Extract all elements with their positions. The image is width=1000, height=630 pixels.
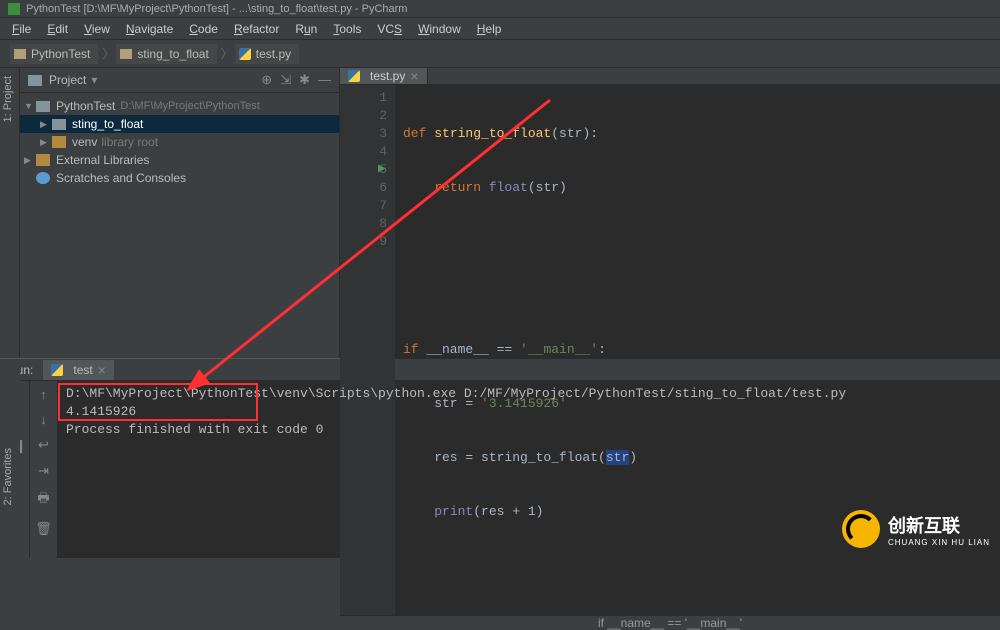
editor-tabs: test.py × (340, 68, 1000, 85)
breadcrumb-label: test.py (256, 47, 291, 61)
folder-icon (52, 119, 66, 130)
breadcrumb-file[interactable]: test.py (235, 44, 299, 64)
window-title: PythonTest [D:\MF\MyProject\PythonTest] … (26, 3, 407, 15)
close-icon[interactable]: × (410, 68, 418, 84)
tree-scratches[interactable]: Scratches and Consoles (20, 169, 339, 187)
menu-code[interactable]: Code (181, 19, 226, 39)
breadcrumb-label: PythonTest (31, 47, 90, 61)
trash-icon[interactable]: 🗑 (35, 521, 52, 537)
project-panel: Project ▾ ⊕ ⇲ ✱ — ▼PythonTestD:\MF\MyPro… (20, 68, 340, 358)
chevron-right-icon: 〉 (221, 45, 233, 62)
folder-icon (36, 101, 50, 112)
python-icon (51, 364, 63, 376)
dropdown-icon[interactable]: ▾ (91, 73, 97, 87)
library-icon (52, 136, 66, 148)
left-tool-strip: 1: Project (0, 68, 20, 358)
python-icon (239, 48, 251, 60)
project-tree: ▼PythonTestD:\MF\MyProject\PythonTest ▶s… (20, 93, 339, 191)
project-icon (28, 75, 42, 86)
left-tool-strip-lower: 2: Favorites (0, 360, 20, 540)
editor-breadcrumb: if __name__ == '__main__' (340, 615, 1000, 630)
breadcrumb-folder[interactable]: sting_to_float (116, 44, 216, 64)
watermark-subtext: CHUANG XIN HU LIAN (888, 538, 990, 547)
main-area: 1: Project Project ▾ ⊕ ⇲ ✱ — ▼PythonTest… (0, 68, 1000, 358)
scroll-icon[interactable]: ⇥ (38, 463, 49, 479)
console-line-exit: Process finished with exit code 0 (66, 421, 992, 439)
project-tool-tab[interactable]: 1: Project (0, 68, 16, 130)
breadcrumb-label: sting_to_float (137, 47, 208, 61)
editor-tab-test[interactable]: test.py × (340, 68, 428, 84)
editor-area: test.py × 1 2 3 4 5▶ 6 7 8 9 def string_… (340, 68, 1000, 358)
library-icon (36, 154, 50, 166)
folder-icon (120, 49, 132, 59)
menu-file[interactable]: File (4, 19, 39, 39)
wrap-icon[interactable]: ↩ (38, 437, 49, 453)
watermark: 创新互联 CHUANG XIN HU LIAN (842, 510, 990, 548)
folder-icon (14, 49, 26, 59)
print-icon[interactable]: 🖶 (37, 489, 49, 511)
watermark-logo (842, 510, 880, 548)
menu-help[interactable]: Help (469, 19, 510, 39)
collapse-icon[interactable]: ⇲ (280, 72, 291, 88)
app-icon (8, 3, 20, 15)
down-icon[interactable]: ↓ (40, 412, 47, 427)
close-icon[interactable]: × (98, 362, 106, 378)
menu-view[interactable]: View (76, 19, 118, 39)
run-gutter-icon[interactable]: ▶ (378, 161, 386, 179)
project-header: Project ▾ ⊕ ⇲ ✱ — (20, 68, 339, 93)
target-icon[interactable]: ⊕ (261, 72, 272, 88)
console-line: D:\MF\MyProject\PythonTest\venv\Scripts\… (66, 385, 992, 403)
menu-vcs[interactable]: VCS (369, 19, 410, 39)
run-header: Run: test × (0, 359, 1000, 381)
breadcrumb-root[interactable]: PythonTest (10, 44, 98, 64)
menu-run[interactable]: Run (287, 19, 325, 39)
menu-tools[interactable]: Tools (325, 19, 369, 39)
tree-ext-libs[interactable]: ▶External Libraries (20, 151, 339, 169)
favorites-tool-tab[interactable]: 2: Favorites (0, 440, 16, 513)
tree-folder-sting[interactable]: ▶sting_to_float (20, 115, 339, 133)
run-tab-label: test (73, 363, 92, 377)
chevron-right-icon: 〉 (102, 45, 114, 62)
scratch-icon (36, 172, 50, 184)
project-title-label: Project (49, 73, 86, 87)
menu-edit[interactable]: Edit (39, 19, 76, 39)
tree-folder-venv[interactable]: ▶venvlibrary root (20, 133, 339, 151)
tree-root[interactable]: ▼PythonTestD:\MF\MyProject\PythonTest (20, 97, 339, 115)
hide-icon[interactable]: — (318, 72, 331, 88)
console-line-result: 4.1415926 (66, 403, 992, 421)
menu-navigate[interactable]: Navigate (118, 19, 181, 39)
run-controls-secondary: ↑ ↓ ↩ ⇥ 🖶 🗑 (30, 381, 58, 558)
menu-refactor[interactable]: Refactor (226, 19, 287, 39)
up-icon[interactable]: ↑ (40, 387, 47, 402)
menu-window[interactable]: Window (410, 19, 469, 39)
tab-label: test.py (370, 69, 405, 83)
title-bar: PythonTest [D:\MF\MyProject\PythonTest] … (0, 0, 1000, 18)
run-tab-test[interactable]: test × (43, 360, 114, 380)
python-icon (348, 70, 360, 82)
watermark-text: 创新互联 (888, 516, 960, 536)
breadcrumb-bar: PythonTest 〉 sting_to_float 〉 test.py (0, 40, 1000, 68)
menu-bar: File Edit View Navigate Code Refactor Ru… (0, 18, 1000, 40)
gear-icon[interactable]: ✱ (299, 72, 310, 88)
